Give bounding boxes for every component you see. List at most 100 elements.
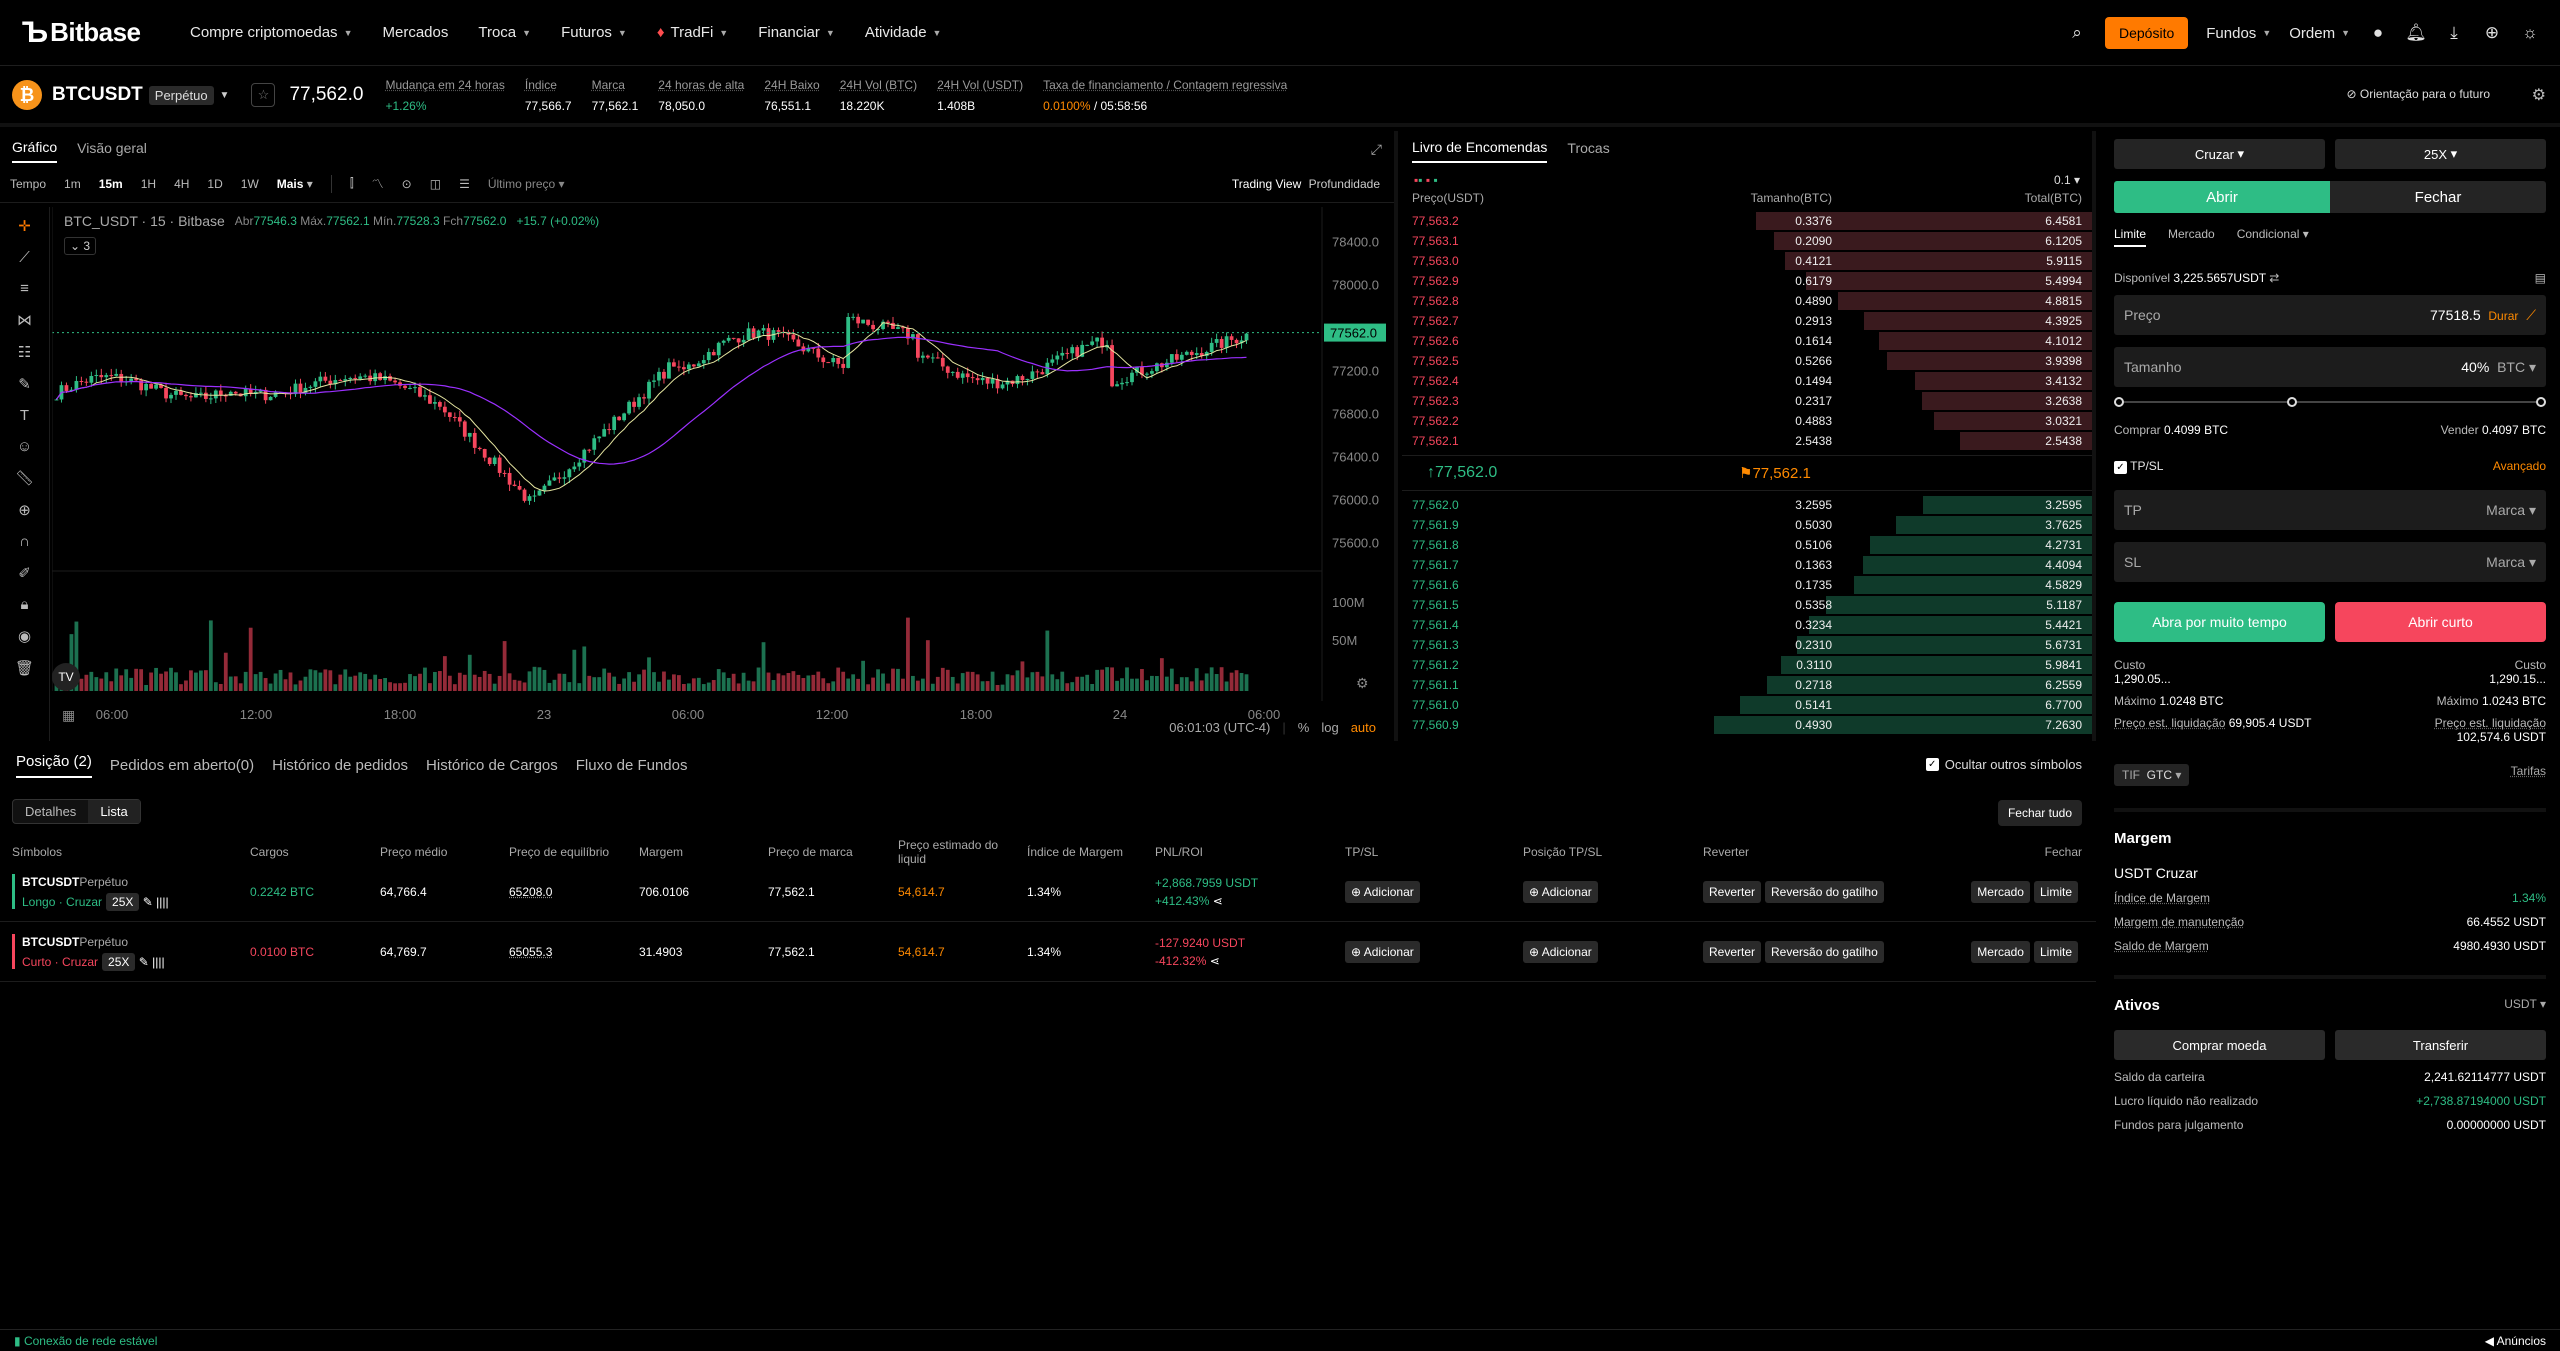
nav-atividade[interactable]: Atividade ▼ [865,24,942,41]
price-adjust-icon[interactable]: ⟋ [2526,307,2536,323]
auto-scale-toggle[interactable]: auto [1351,720,1376,735]
nav-tradfi[interactable]: ♦ TradFi ▼ [657,24,728,41]
ob-row[interactable]: 77,561.5 0.5358 5.1187 [1402,595,2092,615]
nav-compre-criptomoedas[interactable]: Compre criptomoedas ▼ [190,24,352,41]
tab-order-book[interactable]: Livro de Encomendas [1412,133,1548,163]
ob-row[interactable]: 77,562.0 3.2595 3.2595 [1402,495,2092,515]
sl-trigger-type[interactable]: Marca [2486,554,2525,570]
interval-1W[interactable]: 1W [241,177,259,191]
indicator-toggle[interactable]: ⌄ 3 [64,237,97,255]
time-label[interactable]: Tempo [10,177,46,191]
ob-row[interactable]: 77,561.1 0.2718 6.2559 [1402,675,2092,695]
ob-row[interactable]: 77,562.6 0.1614 4.1012 [1402,331,2092,351]
hide-other-symbols[interactable]: ✓ Ocultar outros símbolos [1925,757,2082,772]
ob-row[interactable]: 77,561.3 0.2310 5.6731 [1402,635,2092,655]
edit-icon[interactable]: ✎ [139,895,156,909]
ob-row[interactable]: 77,563.1 0.2090 6.1205 [1402,231,2092,251]
bitbase-logo[interactable]: Ъ Bitbase [22,16,172,50]
interval-15m[interactable]: 15m [99,177,123,191]
slider-knob[interactable] [2286,397,2297,407]
fib-icon[interactable]: ☷ [18,343,31,361]
ob-row[interactable]: 77,561.8 0.5106 4.2731 [1402,535,2092,555]
settings-sliders-icon[interactable]: ☰ [459,177,470,191]
price-mode[interactable]: Durar [2488,309,2518,323]
ob-row[interactable]: 77,563.2 0.3376 6.4581 [1402,211,2092,231]
interval-1m[interactable]: 1m [64,177,81,191]
nav-mercados[interactable]: Mercados [382,24,448,41]
search-icon[interactable]: ⌕ [2067,23,2087,43]
tab-market[interactable]: Mercado [2168,227,2215,247]
log-scale-toggle[interactable]: log [1321,720,1338,735]
horizontal-lines-icon[interactable]: ≡ [20,280,29,297]
leverage-badge[interactable]: 25X [102,952,136,971]
asset-unit-select[interactable]: USDT ▾ [2504,997,2546,1014]
candle-type-icon[interactable]: ⫿ [350,176,354,191]
symbol-name[interactable]: BTCUSDT [52,84,143,106]
ob-row[interactable]: 77,561.7 0.1363 4.4094 [1402,555,2092,575]
contract-type-badge[interactable]: Perpétuo [148,85,214,105]
nav-troca[interactable]: Troca ▼ [478,24,531,41]
camera-icon[interactable]: ◫ [430,177,441,191]
tab-position-3[interactable]: Histórico de Cargos [426,757,558,774]
lock-drawing-icon[interactable]: ✐ [18,564,31,582]
close-tab[interactable]: Fechar [2330,181,2546,213]
ob-row[interactable]: 77,562.5 0.5266 3.9398 [1402,351,2092,371]
futures-guide-link[interactable]: ⊘ Orientação para o futuro [2347,87,2490,101]
tif-select[interactable]: TIF GTC ▾ [2114,764,2190,786]
leverage-badge[interactable]: 25X [106,892,140,911]
nav-financiar[interactable]: Financiar ▼ [758,24,835,41]
price-chart[interactable]: 78400.0 78000.0 77200.0 76800.0 76400.0 76000… [51,207,1390,741]
tab-chart[interactable]: Gráfico [12,133,58,163]
chevron-down-icon[interactable]: ▼ [220,90,230,101]
position-symbol[interactable]: BTCUSDTPerpétuo Longo · Cruzar 25X ✎ |||| [12,875,250,911]
trading-view-tab[interactable]: Trading View [1232,177,1301,191]
pattern-icon[interactable]: ⋈ [17,311,32,329]
download-icon[interactable]: ⤓ [2444,23,2464,43]
more-intervals-button[interactable]: Mais ▾ [277,177,313,191]
transfer-icon[interactable]: ⇄ [2269,271,2279,285]
tab-limit[interactable]: Limite [2114,227,2147,247]
view-details[interactable]: Detalhes [13,800,88,823]
open-short-button[interactable]: Abrir curto [2335,602,2546,642]
eye-icon[interactable]: ◉ [18,627,31,645]
depth-tab[interactable]: Profundidade [1309,177,1380,191]
ruler-icon[interactable]: 📏︎ [15,469,34,487]
ob-row[interactable]: 77,562.8 0.4890 4.8815 [1402,291,2092,311]
tp-trigger-type[interactable]: Marca [2486,502,2525,518]
transfer-button[interactable]: Transferir [2335,1030,2546,1060]
text-icon[interactable]: T [20,407,29,424]
tab-overview[interactable]: Visão geral [77,134,147,162]
interval-1H[interactable]: 1H [141,177,156,191]
crosshair-icon[interactable]: ✛ [18,217,31,235]
add-position-tpsl-button[interactable]: ⊕ Adicionar [1523,940,1598,963]
trigger-reverse-button[interactable]: Reversão do gatilho [1765,880,1884,903]
ob-row[interactable]: 77,562.1 2.5438 2.5438 [1402,431,2092,451]
magnet-icon[interactable]: ∩ [19,533,30,550]
deposit-button[interactable]: Depósito [2105,17,2189,49]
emoji-icon[interactable]: ☺ [17,438,32,455]
ob-row[interactable]: 77,562.3 0.2317 3.2638 [1402,391,2092,411]
close-market-button[interactable]: Mercado [1971,880,2030,903]
ob-row[interactable]: 77,561.2 0.3110 5.9841 [1402,655,2092,675]
tpsl-checkbox[interactable]: ✓ [2114,461,2127,474]
tab-conditional[interactable]: Condicional ▾ [2237,227,2309,247]
expand-icon[interactable]: ⤢ [1371,141,1382,158]
sl-input[interactable]: SL Marca ▾ [2114,542,2546,582]
close-market-button[interactable]: Mercado [1971,940,2030,963]
announcements[interactable]: ◀ Anúncios [2485,1334,2546,1348]
hide-other-checkbox[interactable]: ✓ [1925,758,1939,771]
zoom-icon[interactable]: ⊕ [18,501,31,519]
buy-crypto-button[interactable]: Comprar moeda [2114,1030,2325,1060]
tab-trades[interactable]: Trocas [1567,134,1609,162]
fees-link[interactable]: Tarifas [2511,764,2546,786]
candlestick-chart[interactable]: 78400.0 78000.0 77200.0 76800.0 76400.0 76000… [51,207,1390,741]
size-slider[interactable] [2114,397,2546,407]
tab-position-4[interactable]: Fluxo de Fundos [576,757,688,774]
ob-row[interactable]: 77,561.0 0.5141 6.7700 [1402,695,2092,715]
calculator-icon[interactable]: ▤ [2535,271,2546,285]
slider-tick[interactable] [2114,397,2124,407]
ob-row[interactable]: 77,563.0 0.4121 5.9115 [1402,251,2092,271]
ob-row[interactable]: 77,562.2 0.4883 3.0321 [1402,411,2092,431]
add-position-tpsl-button[interactable]: ⊕ Adicionar [1523,880,1598,903]
ob-row[interactable]: 77,561.9 0.5030 3.7625 [1402,515,2092,535]
